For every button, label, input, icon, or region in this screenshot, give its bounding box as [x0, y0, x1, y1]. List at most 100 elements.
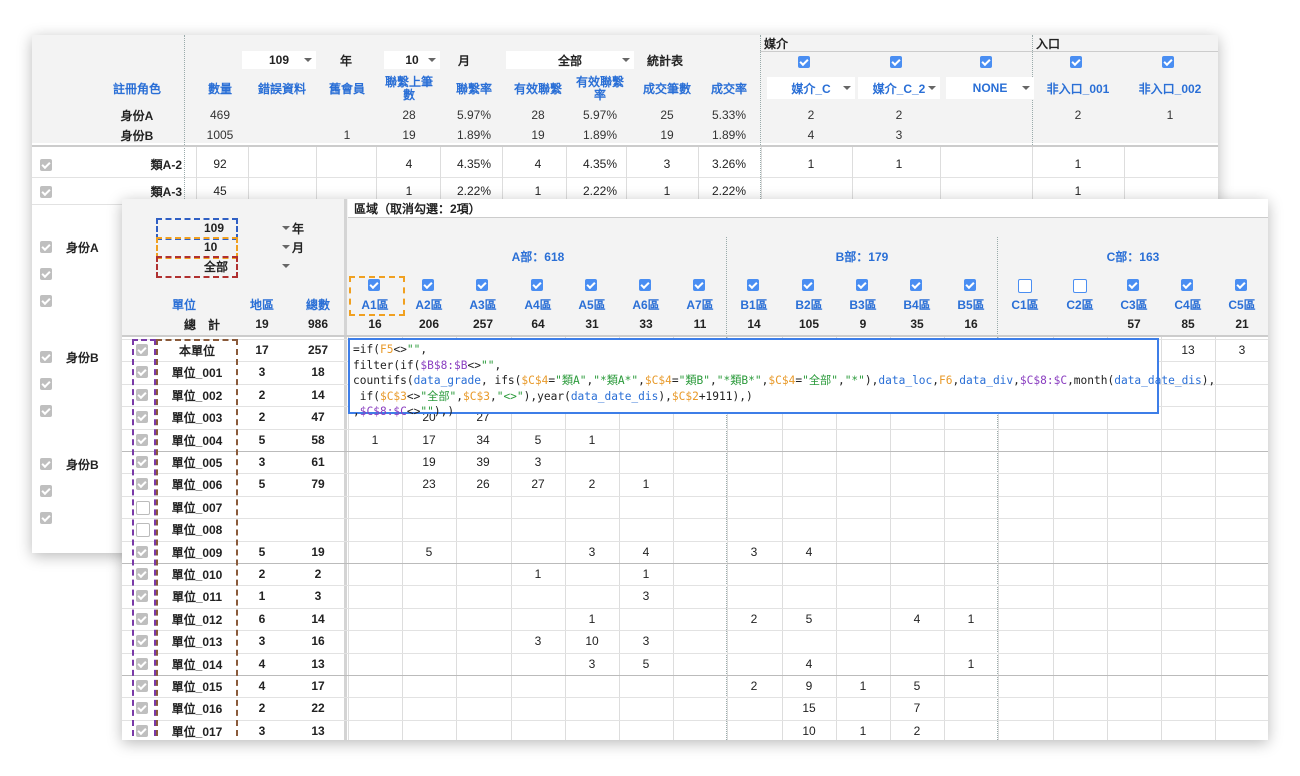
unit-checkbox[interactable] — [136, 523, 150, 537]
row-checkbox[interactable] — [40, 241, 52, 253]
unit-checkbox[interactable] — [136, 568, 148, 580]
row-checkbox[interactable] — [40, 186, 52, 198]
row-checkbox[interactable] — [40, 458, 52, 470]
region-checkbox[interactable] — [802, 279, 814, 291]
region-cell: 26 — [476, 477, 490, 491]
back-filter-checkbox[interactable] — [1162, 56, 1174, 68]
formula-token: "*" — [844, 374, 865, 387]
row-checkbox[interactable] — [40, 295, 52, 307]
unit-checkbox[interactable] — [136, 366, 148, 378]
region-checkbox[interactable] — [585, 279, 597, 291]
formula-token: $C$8:$C — [359, 405, 407, 418]
region-checkbox[interactable] — [856, 279, 868, 291]
side-group-label: 身份B — [66, 457, 99, 472]
unit-checkbox[interactable] — [136, 344, 148, 356]
media-dropdown[interactable]: 媒介_C — [767, 77, 855, 99]
unit-checkbox[interactable] — [136, 389, 148, 401]
unit-name: 單位_006 — [171, 477, 223, 492]
region-cell: 9 — [805, 679, 813, 693]
row-cell: 1 — [895, 157, 903, 171]
row-checkbox[interactable] — [40, 351, 52, 363]
region-checkbox[interactable] — [964, 279, 976, 291]
region-cell: 4 — [913, 612, 921, 626]
year-dropdown[interactable]: 109 — [158, 219, 290, 237]
region-checkbox[interactable] — [368, 279, 380, 291]
region-checkbox[interactable] — [422, 279, 434, 291]
back-filter-checkbox[interactable] — [890, 56, 902, 68]
back-month-dropdown[interactable]: 10 — [384, 51, 440, 69]
unit-district: 3 — [258, 634, 266, 648]
unit-checkbox[interactable] — [136, 456, 148, 468]
region-checkbox[interactable] — [531, 279, 543, 291]
chevron-down-icon — [928, 86, 936, 90]
row-checkbox[interactable] — [40, 268, 52, 280]
row-cell: 4.35% — [456, 157, 492, 171]
region-checkbox[interactable] — [693, 279, 705, 291]
media-dropdown[interactable]: 媒介_C_2 — [858, 77, 940, 99]
unit-checkbox[interactable] — [136, 434, 148, 446]
unit-total: 13 — [311, 724, 325, 738]
unit-checkbox[interactable] — [136, 635, 148, 647]
unit-checkbox[interactable] — [136, 478, 148, 490]
region-checkbox[interactable] — [639, 279, 651, 291]
row-checkbox[interactable] — [40, 512, 52, 524]
row-divider — [122, 720, 1268, 721]
unit-checkbox[interactable] — [136, 501, 150, 515]
row-cell: 4.35% — [582, 157, 618, 171]
back-all-dropdown[interactable]: 全部 — [506, 51, 634, 69]
region-cell: 3 — [534, 455, 542, 469]
region-cell: 1 — [967, 612, 975, 626]
month-dropdown[interactable]: 10 — [158, 238, 290, 256]
front-spreadsheet: 區域（取消勾選：2項） 109 10 全部年月單位 地區 總數總 計 19 986 A部：6… — [122, 199, 1268, 740]
unit-checkbox[interactable] — [136, 680, 148, 692]
unit-name: 單位_003 — [171, 410, 223, 425]
unit-district: 4 — [258, 657, 266, 671]
region-checkbox[interactable] — [1181, 279, 1193, 291]
row-checkbox[interactable] — [40, 485, 52, 497]
region-cell: 1 — [371, 433, 379, 447]
row-checkbox[interactable] — [40, 405, 52, 417]
formula-editor[interactable]: =if(F5<>"", filter(if($B$8:$B<>"", countif… — [348, 338, 1215, 418]
unit-checkbox[interactable] — [136, 590, 148, 602]
row-cell: 1 — [807, 157, 815, 171]
row-checkbox[interactable] — [40, 378, 52, 390]
region-checkbox[interactable] — [476, 279, 488, 291]
header-valid-rate: 有效聯繫率 — [575, 75, 624, 102]
region-name: A4區 — [524, 297, 552, 312]
region-checkbox[interactable] — [910, 279, 922, 291]
column-line — [1215, 337, 1216, 740]
region-cell: 1 — [859, 724, 867, 738]
region-total: 64 — [531, 317, 545, 331]
summary-row-label: 身份A — [120, 108, 154, 123]
media-dropdown[interactable]: NONE — [946, 77, 1034, 99]
region-cell: 5 — [913, 679, 921, 693]
region-checkbox[interactable] — [1235, 279, 1247, 291]
region-checkbox[interactable] — [1127, 279, 1139, 291]
back-all-dropdown-value: 全部 — [557, 53, 582, 68]
unit-checkbox[interactable] — [136, 658, 148, 670]
formula-token: "全部" — [420, 389, 457, 403]
region-checkbox[interactable] — [747, 279, 759, 291]
back-filter-checkbox[interactable] — [798, 56, 810, 68]
summary-cell: 1005 — [206, 128, 234, 142]
region-cell: 15 — [802, 701, 816, 715]
summary-cell: 4 — [807, 128, 815, 142]
unit-checkbox[interactable] — [136, 725, 148, 737]
unit-checkbox[interactable] — [136, 702, 148, 714]
unit-checkbox[interactable] — [136, 613, 148, 625]
back-filter-checkbox[interactable] — [1070, 56, 1082, 68]
row-checkbox[interactable] — [40, 159, 52, 171]
summary-cell: 469 — [209, 108, 231, 122]
unit-checkbox[interactable] — [136, 546, 148, 558]
region-checkbox[interactable] — [1018, 279, 1032, 293]
region-checkbox[interactable] — [1073, 279, 1087, 293]
region-cell: 2 — [750, 612, 758, 626]
total-total: 986 — [307, 317, 329, 331]
region-total: 85 — [1181, 317, 1195, 331]
all-dropdown[interactable]: 全部 — [158, 257, 290, 275]
back-year-dropdown[interactable]: 109 — [242, 51, 316, 69]
back-filter-checkbox[interactable] — [980, 56, 992, 68]
region-cell: 5 — [805, 612, 813, 626]
unit-district: 3 — [258, 365, 266, 379]
unit-checkbox[interactable] — [136, 411, 148, 423]
